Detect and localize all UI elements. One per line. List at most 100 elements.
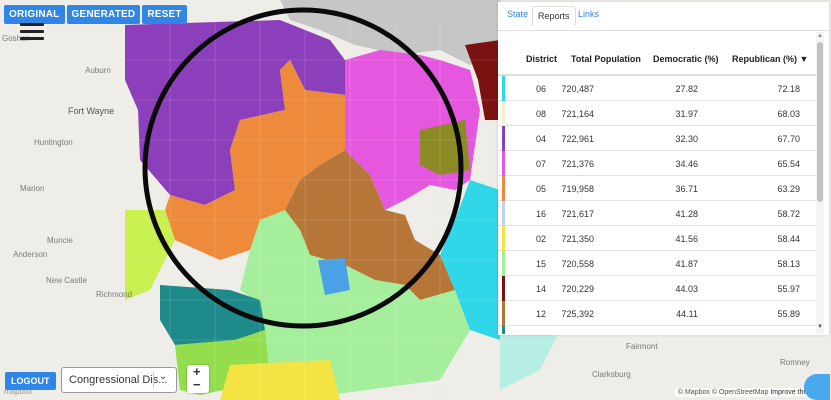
cell-district: 07 — [536, 159, 547, 169]
cell-district: 08 — [536, 109, 547, 119]
scrollbar-thumb[interactable] — [817, 42, 823, 202]
tab-state[interactable]: State — [507, 9, 528, 19]
table-row[interactable]: 06 720,487 27.82 72.18 — [498, 76, 818, 101]
cell-rep: 55.97 — [777, 284, 800, 294]
table-row[interactable]: 14 720,229 44.03 55.97 — [498, 276, 818, 301]
map-toolbar: ORIGINAL GENERATED RESET — [4, 5, 187, 24]
cell-dem: 27.82 — [675, 84, 698, 94]
col-population[interactable]: Total Population — [571, 54, 641, 64]
cell-population: 725,392 — [561, 309, 594, 319]
generated-button[interactable]: GENERATED — [66, 5, 141, 24]
district-color-swatch — [502, 151, 505, 176]
zoom-control: + − — [187, 364, 209, 393]
table-row[interactable]: 08 721,164 31.97 68.03 — [498, 101, 818, 126]
menu-icon[interactable] — [20, 23, 44, 44]
map-label: New Castle — [46, 276, 87, 285]
cell-population: 720,229 — [561, 284, 594, 294]
district-type-select[interactable]: Congressional Dis... ⌄ — [61, 367, 177, 393]
district-color-swatch — [502, 176, 505, 201]
district-color-swatch — [502, 226, 505, 251]
district-color-swatch — [502, 76, 505, 101]
scroll-up-icon[interactable]: ▲ — [817, 33, 823, 39]
table-row[interactable]: 05 719,958 36.71 63.29 — [498, 176, 818, 201]
zoom-out-button[interactable]: − — [193, 377, 201, 392]
map-label: Romney — [780, 358, 810, 367]
reports-panel: State Reports Links District Total Popul… — [498, 2, 829, 335]
table-row[interactable]: 16 721,617 41.28 58.72 — [498, 201, 818, 226]
map-label: Muncie — [47, 236, 73, 245]
map-label: Huntington — [34, 138, 73, 147]
cell-dem: 44.11 — [676, 309, 698, 319]
tab-links[interactable]: Links — [578, 9, 599, 19]
cell-dem: 41.56 — [675, 234, 698, 244]
cell-population: 721,617 — [561, 209, 594, 219]
table-body: 06 720,487 27.82 72.18 08 721,164 31.97 68.03 04… — [498, 76, 818, 334]
osm-credit[interactable]: © OpenStreetMap — [712, 389, 769, 396]
cell-district: 15 — [536, 259, 547, 269]
cell-rep: 58.72 — [777, 209, 800, 219]
chevron-down-icon: ⌄ — [159, 371, 168, 382]
cell-rep: 72.18 — [777, 84, 800, 94]
expand-button[interactable] — [804, 374, 830, 400]
cell-rep: 68.03 — [777, 109, 800, 119]
district-color-swatch — [502, 326, 505, 334]
map-label: Fort Wayne — [68, 106, 115, 116]
district-color-swatch — [502, 201, 505, 226]
table-row[interactable]: 04 722,961 32.30 67.70 — [498, 126, 818, 151]
table-header: District Total Population Democratic (%)… — [498, 44, 818, 76]
cell-rep: 58.44 — [777, 234, 800, 244]
cell-district: 12 — [536, 309, 547, 319]
cell-rep: 63.29 — [777, 184, 800, 194]
map-label: Auburn — [85, 66, 111, 75]
cell-rep: 67.70 — [777, 134, 800, 144]
table-row[interactable]: 15 720,558 41.87 58.13 — [498, 251, 818, 276]
district-color-swatch — [502, 251, 505, 276]
map-label: Marion — [20, 184, 45, 193]
cell-district: 14 — [536, 284, 547, 294]
scroll-down-icon[interactable]: ▼ — [817, 324, 823, 330]
table-row[interactable]: 12 725,392 44.11 55.89 — [498, 301, 818, 326]
original-button[interactable]: ORIGINAL — [4, 5, 65, 24]
district-color-swatch — [502, 301, 505, 326]
col-republican[interactable]: Republican (%) ▼ — [732, 54, 808, 64]
district-color-swatch — [502, 101, 505, 126]
logout-button[interactable]: LOGOUT — [5, 372, 56, 390]
reset-button[interactable]: RESET — [142, 5, 187, 24]
table-row[interactable]: 07 721,376 34.46 65.54 — [498, 151, 818, 176]
cell-dem: 41.28 — [675, 209, 698, 219]
district-color-swatch — [502, 276, 505, 301]
cell-rep: 55.89 — [777, 309, 800, 319]
map-label: Clarksburg — [592, 370, 631, 379]
cell-dem: 36.71 — [675, 184, 698, 194]
cell-dem: 34.46 — [675, 159, 698, 169]
cell-district: 06 — [536, 84, 547, 94]
panel-tabs: State Reports Links — [498, 2, 829, 31]
cell-district: 04 — [536, 134, 547, 144]
mapbox-credit[interactable]: © Mapbox — [678, 389, 710, 396]
cell-population: 721,376 — [561, 159, 594, 169]
cell-rep: 65.54 — [777, 159, 800, 169]
cell-rep: 58.13 — [777, 259, 800, 269]
cell-population: 722,961 — [561, 134, 594, 144]
table-row[interactable]: 02 721,350 41.56 58.44 — [498, 226, 818, 251]
cell-dem: 32.30 — [675, 134, 698, 144]
col-district[interactable]: District — [526, 54, 557, 64]
cell-population: 721,164 — [561, 109, 594, 119]
tab-reports[interactable]: Reports — [532, 6, 576, 26]
map-label: Fairmont — [626, 342, 658, 351]
cell-dem: 41.87 — [675, 259, 698, 269]
cell-district: 05 — [536, 184, 547, 194]
cell-dem: 31.97 — [675, 109, 698, 119]
cell-dem: 44.03 — [675, 284, 698, 294]
cell-population: 720,558 — [561, 259, 594, 269]
cell-district: 02 — [536, 234, 547, 244]
map-label: Richmond — [96, 290, 133, 299]
map-label: Anderson — [13, 250, 48, 259]
cell-population: 721,350 — [561, 234, 594, 244]
cell-population: 719,958 — [561, 184, 594, 194]
cell-population: 720,487 — [561, 84, 594, 94]
table-row[interactable]: 10719,98146.2053.80 — [498, 326, 818, 334]
district-color-swatch — [502, 126, 505, 151]
cell-district: 16 — [536, 209, 547, 219]
col-democratic[interactable]: Democratic (%) — [653, 54, 719, 64]
